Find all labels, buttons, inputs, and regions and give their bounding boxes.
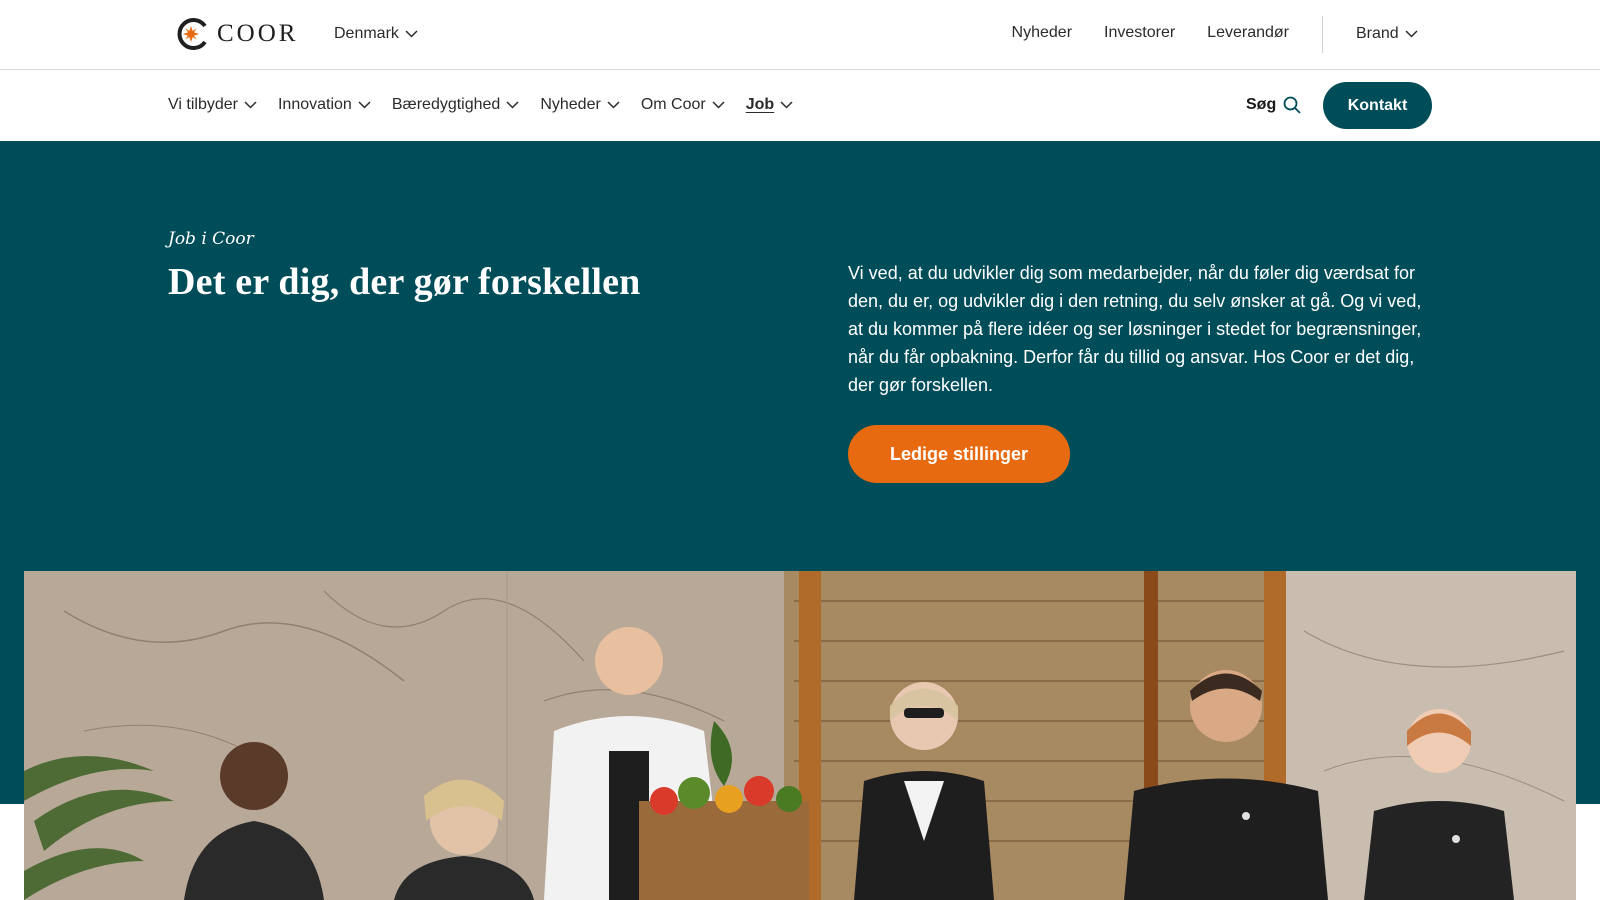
contact-button[interactable]: Kontakt — [1323, 82, 1432, 129]
utility-links: Nyheder Investorer Leverandør — [1012, 24, 1289, 42]
chevron-down-icon — [780, 101, 793, 109]
team-photo-illustration — [24, 571, 1576, 900]
open-positions-button[interactable]: Ledige stillinger — [848, 425, 1070, 483]
search-label: Søg — [1246, 96, 1277, 113]
util-link-leverandor[interactable]: Leverandør — [1207, 24, 1289, 42]
nav-item-label: Vi tilbyder — [168, 96, 238, 113]
country-label: Denmark — [334, 25, 399, 42]
coor-logo-icon — [177, 18, 207, 50]
nav-item-label: Innovation — [277, 96, 352, 113]
brand-label: Brand — [1356, 25, 1399, 42]
chevron-down-icon — [506, 101, 519, 109]
search-button[interactable]: Søg — [1246, 96, 1301, 114]
hero-eyebrow: Job i Coor — [168, 229, 254, 249]
nav-item-label: Nyheder — [540, 96, 601, 113]
nav-item-baeredygtighed[interactable]: Bæredygtighed — [392, 96, 520, 114]
nav-item-job[interactable]: Job — [746, 96, 793, 114]
util-link-nyheder[interactable]: Nyheder — [1012, 24, 1072, 42]
coor-logo[interactable]: COOR — [175, 17, 298, 51]
chevron-down-icon — [607, 101, 620, 109]
team-photo — [24, 571, 1576, 900]
logo-text: COOR — [217, 20, 299, 47]
nav-item-innovation[interactable]: Innovation — [278, 96, 371, 114]
nav-item-label: Bæredygtighed — [391, 96, 501, 113]
nav-item-vi-tilbyder[interactable]: Vi tilbyder — [168, 96, 257, 114]
chevron-down-icon — [1405, 30, 1418, 38]
nav-item-nyheder[interactable]: Nyheder — [540, 96, 620, 114]
search-icon — [1283, 96, 1301, 114]
chevron-down-icon — [405, 30, 418, 38]
utility-divider — [1322, 16, 1323, 53]
hero-text: Vi ved, at du udvikler dig som medarbejd… — [848, 263, 1422, 395]
chevron-down-icon — [712, 101, 725, 109]
main-navigation: Vi tilbyder Innovation Bæredygtighed Nyh… — [0, 70, 1600, 141]
chevron-down-icon — [244, 101, 257, 109]
nav-item-om-coor[interactable]: Om Coor — [641, 96, 725, 114]
country-selector[interactable]: Denmark — [334, 25, 418, 43]
top-utility-bar: COOR Denmark Nyheder Investorer Leverand… — [0, 0, 1600, 70]
nav-item-label: Om Coor — [640, 96, 706, 113]
util-link-investorer[interactable]: Investorer — [1104, 24, 1175, 42]
hero-title: Det er dig, der gør forskellen — [168, 261, 641, 303]
chevron-down-icon — [358, 101, 371, 109]
nav-menu: Vi tilbyder Innovation Bæredygtighed Nyh… — [168, 96, 793, 114]
brand-selector[interactable]: Brand — [1356, 25, 1418, 43]
nav-item-label: Job — [745, 96, 775, 113]
